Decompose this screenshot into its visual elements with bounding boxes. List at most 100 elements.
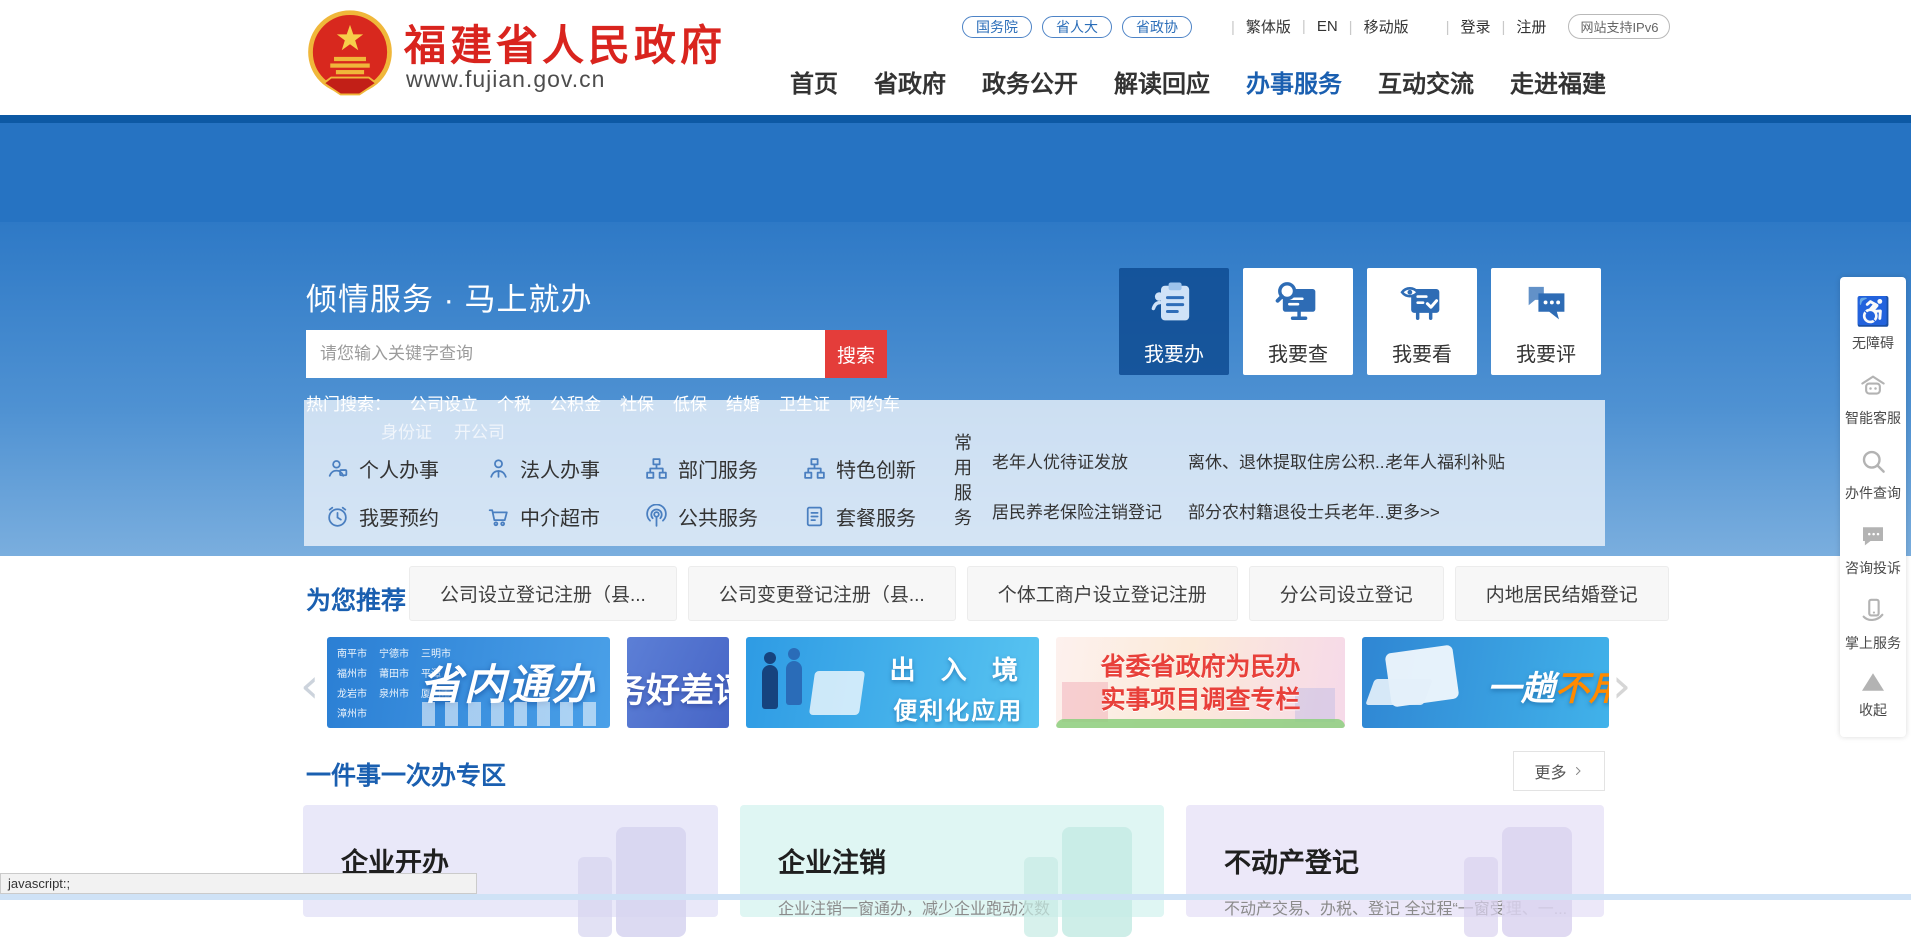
sidebar-item-smart-service[interactable]: 智能客服 bbox=[1845, 362, 1901, 437]
banner-one-trip-not-needed[interactable]: 一趟不用 bbox=[1362, 637, 1609, 728]
nav-item[interactable]: 省政府 bbox=[874, 64, 946, 99]
hot-search-word[interactable]: 公积金 bbox=[550, 390, 601, 415]
common-service-link[interactable]: 老年人优待证发放 bbox=[992, 448, 1188, 473]
auth-link[interactable]: 登录 bbox=[1435, 16, 1491, 37]
service-department[interactable]: 部门服务 bbox=[644, 454, 758, 483]
banner-title: 务好差评 bbox=[627, 663, 729, 712]
banner-title: 出 入 境 便利化应用 bbox=[890, 650, 1027, 726]
hot-search-word[interactable]: 社保 bbox=[620, 390, 654, 415]
common-service-link[interactable]: 部分农村籍退役士兵老年... bbox=[1188, 498, 1386, 523]
header-divider-strip bbox=[0, 115, 1911, 123]
service-panel: 个人办事 法人办事 部门服务 特色创新 我要预约 中介超市 公共服务 套餐服务 … bbox=[304, 400, 1605, 546]
carousel-next-arrow[interactable]: › bbox=[1612, 662, 1631, 710]
eye-checklist-icon bbox=[1396, 276, 1448, 328]
sidebar-item-consult-complaint[interactable]: 咨询投诉 bbox=[1845, 512, 1901, 587]
banner-province-wide-service[interactable]: 南平市宁德市三明市福州市莆田市平潭龙岩市泉州市厦门市漳州市 省内通办 bbox=[327, 637, 610, 728]
recommend-button[interactable]: 内地居民结婚登记 bbox=[1455, 566, 1669, 621]
nav-item[interactable]: 首页 bbox=[790, 64, 838, 99]
clipboard-graphic bbox=[1062, 827, 1132, 937]
action-i-want-to-review[interactable]: 我要评 bbox=[1491, 268, 1601, 375]
action-label: 我要办 bbox=[1144, 338, 1204, 367]
recommend-button[interactable]: 个体工商户设立登记注册 bbox=[967, 566, 1238, 621]
quick-link-pill[interactable]: 国务院 bbox=[962, 16, 1032, 38]
recommend-button[interactable]: 公司设立登记注册（县... bbox=[409, 566, 677, 621]
common-service-link[interactable]: 更多>> bbox=[1386, 498, 1505, 523]
hot-search-word[interactable]: 个税 bbox=[497, 390, 531, 415]
card-business-opening[interactable]: 企业开办 bbox=[303, 805, 718, 917]
building-graphic bbox=[1502, 827, 1572, 937]
sidebar-item-case-query[interactable]: 办件查询 bbox=[1845, 437, 1901, 512]
card-business-deregistration[interactable]: 企业注销 企业注销一窗通办，减少企业跑动次数 bbox=[740, 805, 1164, 917]
service-appointment[interactable]: 我要预约 bbox=[325, 502, 439, 531]
action-i-want-to-query[interactable]: 我要查 bbox=[1243, 268, 1353, 375]
action-i-want-to-apply[interactable]: 我要办 bbox=[1119, 268, 1229, 375]
hot-search-word[interactable]: 结婚 bbox=[726, 390, 760, 415]
service-personal[interactable]: 个人办事 bbox=[325, 454, 439, 483]
hot-search-word[interactable]: 低保 bbox=[673, 390, 707, 415]
carousel-prev-arrow[interactable]: ‹ bbox=[300, 662, 319, 710]
recommend-button[interactable]: 分公司设立登记 bbox=[1249, 566, 1444, 621]
common-service-link[interactable]: 老年人福利补贴 bbox=[1386, 448, 1505, 473]
language-link[interactable]: 移动版 bbox=[1338, 16, 1409, 37]
recommend-button[interactable]: 公司变更登记注册（县... bbox=[688, 566, 956, 621]
service-package[interactable]: 套餐服务 bbox=[802, 502, 916, 531]
banner-service-rating[interactable]: 务好差评 bbox=[627, 637, 729, 728]
banner-livelihood-survey-column[interactable]: 省委省政府为民办 实事项目调查专栏 bbox=[1056, 637, 1345, 728]
map-city-label: 南平市 bbox=[337, 645, 367, 660]
service-public[interactable]: 公共服务 bbox=[644, 502, 758, 531]
common-service-link[interactable]: 离休、退休提取住房公积... bbox=[1188, 448, 1386, 473]
one-thing-more-button[interactable]: 更多 bbox=[1513, 751, 1605, 791]
card-real-estate-registration[interactable]: 不动产登记 不动产交易、办税、登记 全过程“一窗受理、一... bbox=[1186, 805, 1604, 917]
more-label: 更多 bbox=[1534, 759, 1566, 783]
nav-item[interactable]: 解读回应 bbox=[1114, 64, 1210, 99]
hot-search-word[interactable]: 网约车 bbox=[849, 390, 900, 415]
auth-link[interactable]: 注册 bbox=[1491, 16, 1547, 37]
search-button[interactable]: 搜索 bbox=[825, 330, 887, 378]
service-corporate[interactable]: 法人办事 bbox=[486, 454, 600, 483]
common-service-link[interactable]: 居民养老保险注销登记 bbox=[992, 498, 1188, 523]
site-title: 福建省人民政府 bbox=[404, 12, 726, 73]
one-thing-section-title: 一件事一次办专区 bbox=[306, 756, 506, 792]
common-services-title: 常用服务 bbox=[949, 433, 975, 533]
ipv6-badge: 网站支持IPv6 bbox=[1568, 14, 1670, 39]
sidebar-item-label: 咨询投诉 bbox=[1845, 558, 1901, 578]
service-label: 套餐服务 bbox=[836, 502, 916, 531]
robot-house-icon bbox=[1858, 371, 1888, 401]
wheelchair-icon: ♿ bbox=[1856, 298, 1891, 326]
hot-search-word[interactable]: 卫生证 bbox=[779, 390, 830, 415]
language-link[interactable]: EN bbox=[1291, 18, 1338, 35]
nav-item[interactable]: 互动交流 bbox=[1378, 64, 1474, 99]
recommend-title: 为您推荐 bbox=[306, 581, 406, 617]
search-input[interactable] bbox=[306, 330, 825, 378]
computer-graphic bbox=[1365, 679, 1432, 705]
site-url: www.fujian.gov.cn bbox=[406, 66, 605, 93]
document-icon bbox=[802, 504, 827, 529]
sidebar-item-mobile-service[interactable]: 掌上服务 bbox=[1845, 587, 1901, 662]
service-agency-market[interactable]: 中介超市 bbox=[486, 502, 600, 531]
action-i-want-to-view[interactable]: 我要看 bbox=[1367, 268, 1477, 375]
quick-link-pill[interactable]: 省人大 bbox=[1042, 16, 1112, 38]
one-thing-cards: 企业开办 企业注销 企业注销一窗通办，减少企业跑动次数 不动产登记 不动产交易、… bbox=[303, 805, 1604, 917]
fujian-gov-service-portal: { "header": { "site_title": "福建省人民政府", "… bbox=[0, 0, 1911, 900]
nav-item[interactable]: 政务公开 bbox=[982, 64, 1078, 99]
topbar: 国务院省人大省政协 繁体版EN移动版 登录注册 网站支持IPv6 bbox=[962, 14, 1670, 39]
broadcast-icon bbox=[644, 504, 669, 529]
national-emblem-logo bbox=[303, 8, 397, 102]
sidebar-item-label: 收起 bbox=[1859, 700, 1887, 720]
service-label: 部门服务 bbox=[678, 454, 758, 483]
service-innovation[interactable]: 特色创新 bbox=[802, 454, 916, 483]
service-label: 特色创新 bbox=[836, 454, 916, 483]
chat-dots-icon bbox=[1858, 521, 1888, 551]
map-city-label: 福州市 bbox=[337, 665, 367, 680]
nav-item[interactable]: 走进福建 bbox=[1510, 64, 1606, 99]
sidebar-item-accessibility[interactable]: ♿ 无障碍 bbox=[1852, 289, 1894, 362]
action-buttons: 我要办 我要查 我要看 我要评 bbox=[1119, 268, 1601, 375]
hot-search-word[interactable]: 公司设立 bbox=[410, 390, 478, 415]
sidebar-item-collapse[interactable]: 收起 bbox=[1859, 662, 1887, 729]
banner-entry-exit-convenience[interactable]: 出 入 境 便利化应用 bbox=[746, 637, 1039, 728]
action-label: 我要看 bbox=[1392, 338, 1452, 367]
language-link[interactable]: 繁体版 bbox=[1220, 16, 1291, 37]
person-icon bbox=[486, 456, 511, 481]
nav-item[interactable]: 办事服务 bbox=[1246, 64, 1342, 99]
quick-link-pill[interactable]: 省政协 bbox=[1122, 16, 1192, 38]
